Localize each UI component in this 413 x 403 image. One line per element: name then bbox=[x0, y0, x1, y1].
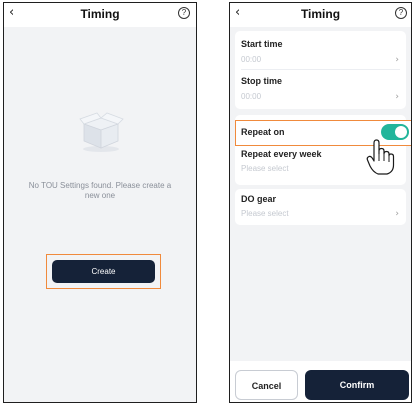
page-title: Timing bbox=[80, 7, 120, 21]
time-card: Start time 00:00 › Stop time 00:00 › bbox=[235, 31, 406, 109]
empty-state-message: No TOU Settings found. Please create a n… bbox=[28, 181, 172, 200]
stop-time-value[interactable]: 00:00 bbox=[241, 92, 261, 101]
empty-box-icon bbox=[79, 112, 124, 152]
repeat-on-toggle[interactable] bbox=[381, 124, 409, 140]
chevron-right-icon[interactable]: › bbox=[395, 92, 399, 102]
top-bar: ‹ Timing ? bbox=[230, 3, 411, 27]
create-button[interactable]: Create bbox=[52, 260, 155, 283]
top-bar: ‹ Timing ? bbox=[4, 3, 196, 27]
bottom-action-bar: Cancel Confirm bbox=[230, 361, 411, 402]
confirm-button[interactable]: Confirm bbox=[305, 370, 409, 400]
create-button-highlight: Create bbox=[46, 254, 161, 289]
empty-timing-screen: ‹ Timing ? No TOU Settings found. Please… bbox=[3, 2, 197, 403]
help-icon[interactable]: ? bbox=[178, 7, 190, 19]
repeat-on-label: Repeat on bbox=[241, 127, 285, 137]
repeat-every-week-select[interactable]: Please select bbox=[241, 164, 289, 173]
repeat-every-week-label: Repeat every week bbox=[241, 149, 322, 159]
help-icon[interactable]: ? bbox=[395, 7, 407, 19]
page-title: Timing bbox=[300, 7, 341, 21]
cancel-button[interactable]: Cancel bbox=[235, 370, 298, 400]
pointer-hand-icon bbox=[366, 139, 395, 175]
timing-form-screen: ‹ Timing ? Start time 00:00 › Stop time … bbox=[229, 2, 412, 403]
do-gear-label: DO gear bbox=[241, 194, 277, 204]
stop-time-label: Stop time bbox=[241, 76, 283, 86]
toggle-knob bbox=[395, 126, 407, 138]
start-time-value[interactable]: 00:00 bbox=[241, 55, 261, 64]
chevron-right-icon[interactable]: › bbox=[395, 55, 399, 65]
divider bbox=[241, 69, 400, 70]
do-gear-card: DO gear Please select › bbox=[235, 189, 406, 225]
do-gear-select[interactable]: Please select bbox=[241, 209, 289, 218]
chevron-right-icon[interactable]: › bbox=[395, 209, 399, 219]
start-time-label: Start time bbox=[241, 39, 283, 49]
